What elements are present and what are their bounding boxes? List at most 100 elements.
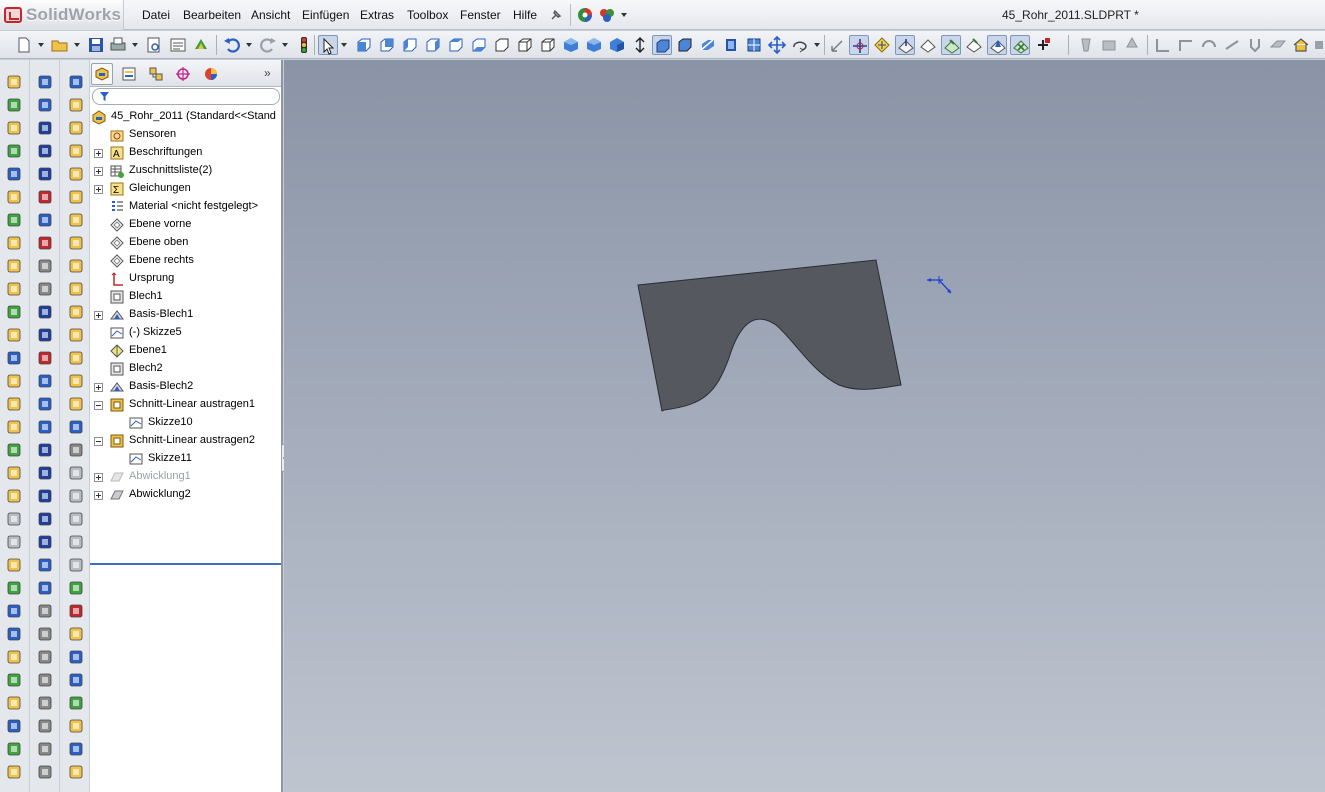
dimxpert-tab-icon[interactable] (172, 63, 194, 85)
tree-item[interactable]: Material <nicht festgelegt> (90, 198, 281, 216)
cut-sweep-icon[interactable] (6, 235, 22, 251)
shell-icon[interactable] (6, 373, 22, 389)
dome-icon[interactable] (6, 419, 22, 435)
extrude-cut-icon[interactable] (68, 580, 84, 596)
welded-corner-icon[interactable] (68, 304, 84, 320)
circular-sketch-pattern-icon[interactable] (37, 626, 53, 642)
menu-fenster[interactable]: Fenster (460, 8, 501, 22)
construction-icon[interactable] (37, 764, 53, 780)
fill-pattern-icon[interactable] (6, 580, 22, 596)
tree-item[interactable]: Zuschnittsliste(2) (90, 162, 281, 180)
no-bends-icon[interactable] (68, 488, 84, 504)
polygon-icon[interactable] (37, 350, 53, 366)
vent-icon[interactable] (68, 396, 84, 412)
tab-slot-icon[interactable] (68, 626, 84, 642)
expand-icon[interactable] (94, 491, 103, 500)
menu-datei[interactable]: Datei (142, 8, 170, 22)
view-temp-axes-icon[interactable] (918, 35, 938, 55)
instant3d-icon[interactable] (6, 649, 22, 665)
more-tabs-chevron-icon[interactable]: » (264, 66, 271, 80)
configurationmanager-tab-icon[interactable] (145, 63, 167, 85)
tree-item[interactable]: Σ Gleichungen (90, 180, 281, 198)
view-bottom-icon[interactable] (469, 35, 489, 55)
tree-item[interactable]: Schnitt-Linear austragen1 (90, 396, 281, 414)
grey-tool-2-icon[interactable] (1099, 35, 1119, 55)
view-origins-icon[interactable] (849, 35, 869, 55)
menu-toolbox[interactable]: Toolbox (407, 8, 448, 22)
tree-item[interactable]: Basis-Blech1 (90, 306, 281, 324)
center-mark-icon[interactable] (68, 695, 84, 711)
circle-icon[interactable] (37, 212, 53, 228)
rip-icon[interactable] (68, 511, 84, 527)
miter-flange-icon[interactable] (68, 166, 84, 182)
rotate-entities-icon[interactable] (37, 695, 53, 711)
linear-sketch-pattern-icon[interactable] (37, 603, 53, 619)
view-orientation-icon[interactable] (721, 35, 741, 55)
tree-item[interactable]: Skizze11 (90, 450, 281, 468)
tree-item[interactable]: Ebene oben (90, 234, 281, 252)
trim-icon[interactable] (37, 488, 53, 504)
new-document-icon[interactable] (14, 35, 34, 55)
chamfer-icon[interactable] (6, 304, 22, 320)
perimeter-circle-icon[interactable] (37, 235, 53, 251)
expand-icon[interactable] (94, 167, 103, 176)
pin-menu-icon[interactable] (549, 8, 563, 22)
scene-dropdown-icon[interactable] (621, 13, 627, 17)
cut-extrude-icon[interactable] (6, 189, 22, 205)
spline-icon[interactable] (37, 396, 53, 412)
revolve-icon[interactable] (6, 97, 22, 113)
grey-tool-3-icon[interactable] (1122, 35, 1142, 55)
propertymanager-tab-icon[interactable] (118, 63, 140, 85)
featuremanager-tab-icon[interactable] (91, 63, 113, 85)
mirror-sheet-icon[interactable] (68, 741, 84, 757)
open-dropdown-icon[interactable] (74, 43, 80, 47)
intersect-icon[interactable] (6, 442, 22, 458)
gusset-icon[interactable] (68, 649, 84, 665)
split-icon[interactable] (6, 672, 22, 688)
point-icon[interactable] (37, 419, 53, 435)
sketch-icon[interactable] (37, 74, 53, 90)
fold-icon[interactable] (68, 442, 84, 458)
boss-extrude-icon[interactable] (6, 74, 22, 90)
new-dropdown-icon[interactable] (38, 43, 44, 47)
weld-bead-icon[interactable] (68, 672, 84, 688)
sweep-icon[interactable] (6, 120, 22, 136)
rib-icon[interactable] (6, 327, 22, 343)
corner-relief-icon[interactable] (68, 350, 84, 366)
tree-item[interactable]: Ebene vorne (90, 216, 281, 234)
menu-extras[interactable]: Extras (360, 8, 394, 22)
view-points-icon[interactable] (941, 35, 961, 55)
tree-item[interactable]: Ursprung (90, 270, 281, 288)
expand-icon[interactable] (94, 311, 103, 320)
flex-icon[interactable] (6, 764, 22, 780)
shaded-cube-2-icon[interactable] (584, 35, 604, 55)
reference-geometry-icon[interactable] (6, 603, 22, 619)
shaded-cube-3-icon[interactable] (607, 35, 627, 55)
rebuild-icon[interactable] (294, 35, 314, 55)
file-properties-icon[interactable] (168, 35, 188, 55)
menu-einfuegen[interactable]: Einfügen (302, 8, 349, 22)
3pt-arc-icon[interactable] (37, 304, 53, 320)
view-dimension-names-icon[interactable] (1033, 35, 1053, 55)
break-corner-icon[interactable] (68, 327, 84, 343)
hide-show-items-icon[interactable] (828, 35, 848, 55)
shaded-cube-icon[interactable] (561, 35, 581, 55)
view-front-icon[interactable] (354, 35, 374, 55)
tree-item[interactable]: 45_Rohr_2011 (Standard<<Stand (90, 108, 281, 126)
sheet-metal-gauge-icon[interactable] (68, 557, 84, 573)
draft-icon[interactable] (6, 350, 22, 366)
collapse-icon[interactable] (94, 437, 103, 446)
view-left-icon[interactable] (400, 35, 420, 55)
tree-item[interactable]: Blech2 (90, 360, 281, 378)
apply-scene-icon[interactable] (744, 35, 764, 55)
view-axes-icon[interactable] (872, 35, 892, 55)
view-isometric-icon[interactable] (515, 35, 535, 55)
cut-loft-icon[interactable] (6, 258, 22, 274)
grey-tool-8-icon[interactable] (1245, 35, 1265, 55)
base-flange-icon[interactable] (68, 74, 84, 90)
line-icon[interactable] (37, 120, 53, 136)
print-dropdown-icon[interactable] (132, 43, 138, 47)
redo-dropdown-icon[interactable] (282, 43, 288, 47)
save-icon[interactable] (86, 35, 106, 55)
tree-item[interactable]: Basis-Blech2 (90, 378, 281, 396)
